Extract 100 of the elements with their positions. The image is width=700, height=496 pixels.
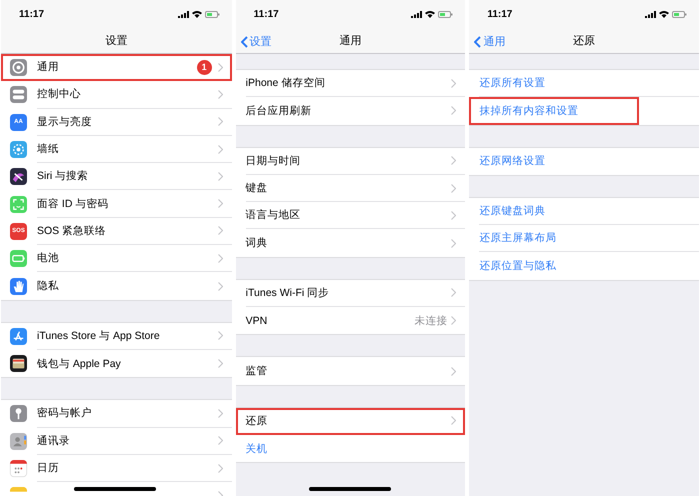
settings-row[interactable]: 还原 — [236, 408, 466, 435]
settings-row[interactable]: 词典 — [236, 229, 466, 257]
row-label: 密码与帐户 — [37, 406, 93, 420]
settings-row[interactable]: 监管 — [236, 357, 466, 385]
chevron-icon — [218, 144, 223, 154]
settings-row[interactable]: 日期与时间 — [236, 148, 466, 175]
row-label: 还原键盘词典 — [479, 204, 546, 218]
back-chevron-icon — [474, 36, 482, 48]
row-label: 抹掉所有内容和设置 — [479, 104, 580, 118]
chevron-icon — [218, 199, 223, 208]
chevron-icon — [451, 238, 456, 248]
chevron-icon — [451, 210, 456, 220]
settings-row[interactable]: 还原键盘词典 — [469, 198, 700, 226]
chevron-icon — [218, 172, 223, 181]
row-label: 控制中心 — [37, 87, 82, 102]
row-label: 语言与地区 — [246, 208, 302, 222]
row-label: 后台应用刷新 — [246, 104, 313, 118]
row-label: 关机 — [246, 442, 269, 456]
chevron-icon — [218, 117, 223, 126]
settings-row[interactable]: 密码与帐户 — [1, 400, 232, 428]
row-label: 还原网络设置 — [479, 154, 546, 168]
row-label: Siri 与搜索 — [37, 169, 90, 184]
row-label: iPhone 储存空间 — [246, 76, 326, 90]
back-chevron-icon — [240, 36, 248, 48]
settings-row[interactable]: 还原所有设置 — [469, 70, 700, 98]
chevron-icon — [218, 359, 223, 368]
row-label: 钱包与 Apple Pay — [37, 356, 122, 371]
settings-row[interactable]: 电池 — [1, 245, 232, 272]
row-label: 通讯录 — [37, 434, 71, 448]
chevron-icon — [218, 282, 223, 291]
screen-title: 还原 — [573, 34, 596, 48]
row-label: 还原 — [246, 414, 269, 428]
chevron-icon — [218, 331, 223, 340]
settings-row[interactable]: 面容 ID 与密码 — [1, 190, 232, 218]
row-label: 还原位置与隐私 — [479, 259, 558, 274]
chevron-icon — [218, 90, 223, 99]
row-label: 通用 — [37, 60, 60, 74]
chevron-icon — [451, 156, 456, 166]
chevron-icon — [451, 288, 456, 298]
battery-icon — [672, 10, 688, 18]
settings-row[interactable]: 墙纸 — [1, 136, 232, 164]
row-value: 未连接 — [414, 314, 448, 328]
settings-row[interactable]: 还原主屏幕布局 — [469, 225, 700, 252]
settings-row[interactable]: 钱包与 Apple Pay — [1, 350, 232, 378]
row-label: 日历 — [37, 461, 60, 475]
settings-row[interactable]: iTunes Store 与 App Store — [1, 322, 232, 350]
row-label: 日期与时间 — [246, 154, 302, 168]
chevron-icon — [218, 62, 223, 72]
status-time: 11:17 — [254, 8, 279, 20]
signal-icon — [178, 10, 189, 18]
chevron-icon — [218, 254, 223, 263]
row-label: iTunes Store 与 App Store — [37, 328, 161, 343]
settings-row[interactable]: Siri 与搜索 — [1, 163, 232, 190]
settings-row[interactable]: 隐私 — [1, 272, 232, 300]
settings-row[interactable]: iTunes Wi-Fi 同步 — [236, 280, 466, 308]
chevron-icon — [451, 106, 456, 116]
chevron-icon — [451, 78, 456, 88]
wifi-icon — [425, 10, 436, 18]
battery-icon — [204, 10, 220, 18]
settings-row[interactable]: 控制中心 — [1, 81, 232, 109]
battery-icon — [438, 10, 454, 18]
row-label: 显示与亮度 — [37, 114, 93, 129]
chevron-icon — [218, 464, 223, 472]
status-time: 11:17 — [19, 8, 44, 20]
settings-row[interactable]: iPhone 储存空间 — [236, 70, 466, 98]
chevron-icon — [451, 366, 456, 376]
row-label: iTunes Wi-Fi 同步 — [246, 286, 330, 300]
chevron-icon — [218, 226, 223, 236]
settings-row[interactable]: 通讯录 — [1, 428, 232, 455]
back-button[interactable]: 设置 — [238, 32, 274, 51]
screen-title: 通用 — [340, 34, 362, 48]
row-label: 隐私 — [37, 279, 60, 294]
status-time: 11:17 — [487, 8, 512, 20]
settings-row[interactable]: 键盘 — [236, 174, 466, 202]
row-label: 电池 — [37, 251, 60, 266]
settings-row[interactable]: 语言与地区 — [236, 202, 466, 230]
screen-title: 设置 — [105, 34, 128, 48]
wifi-icon — [659, 10, 670, 18]
row-label: 键盘 — [246, 181, 269, 196]
back-button[interactable]: 通用 — [472, 32, 508, 51]
chevron-icon — [451, 416, 456, 426]
chevron-icon — [451, 316, 456, 326]
settings-row[interactable]: 还原网络设置 — [469, 148, 700, 175]
row-label: 词典 — [246, 236, 269, 250]
settings-row[interactable]: 关机 — [236, 434, 466, 462]
settings-row[interactable]: 日历 — [1, 454, 232, 482]
chevron-icon — [218, 436, 223, 446]
row-label: 还原所有设置 — [479, 76, 546, 90]
row-label: 还原主屏幕布局 — [479, 231, 558, 246]
chevron-icon — [451, 184, 456, 193]
settings-row[interactable]: 还原位置与隐私 — [469, 252, 700, 280]
settings-row[interactable]: 后台应用刷新 — [236, 97, 466, 125]
row-label: 监管 — [246, 364, 269, 378]
settings-row[interactable]: 抹掉所有内容和设置 — [469, 97, 640, 125]
settings-row[interactable]: 通用 1 — [1, 54, 232, 82]
signal-icon — [411, 10, 422, 18]
chevron-icon — [218, 408, 223, 418]
settings-row[interactable]: VPN 未连接 — [236, 307, 466, 334]
notification-badge: 1 — [196, 60, 212, 75]
row-label: 墙纸 — [37, 142, 60, 156]
